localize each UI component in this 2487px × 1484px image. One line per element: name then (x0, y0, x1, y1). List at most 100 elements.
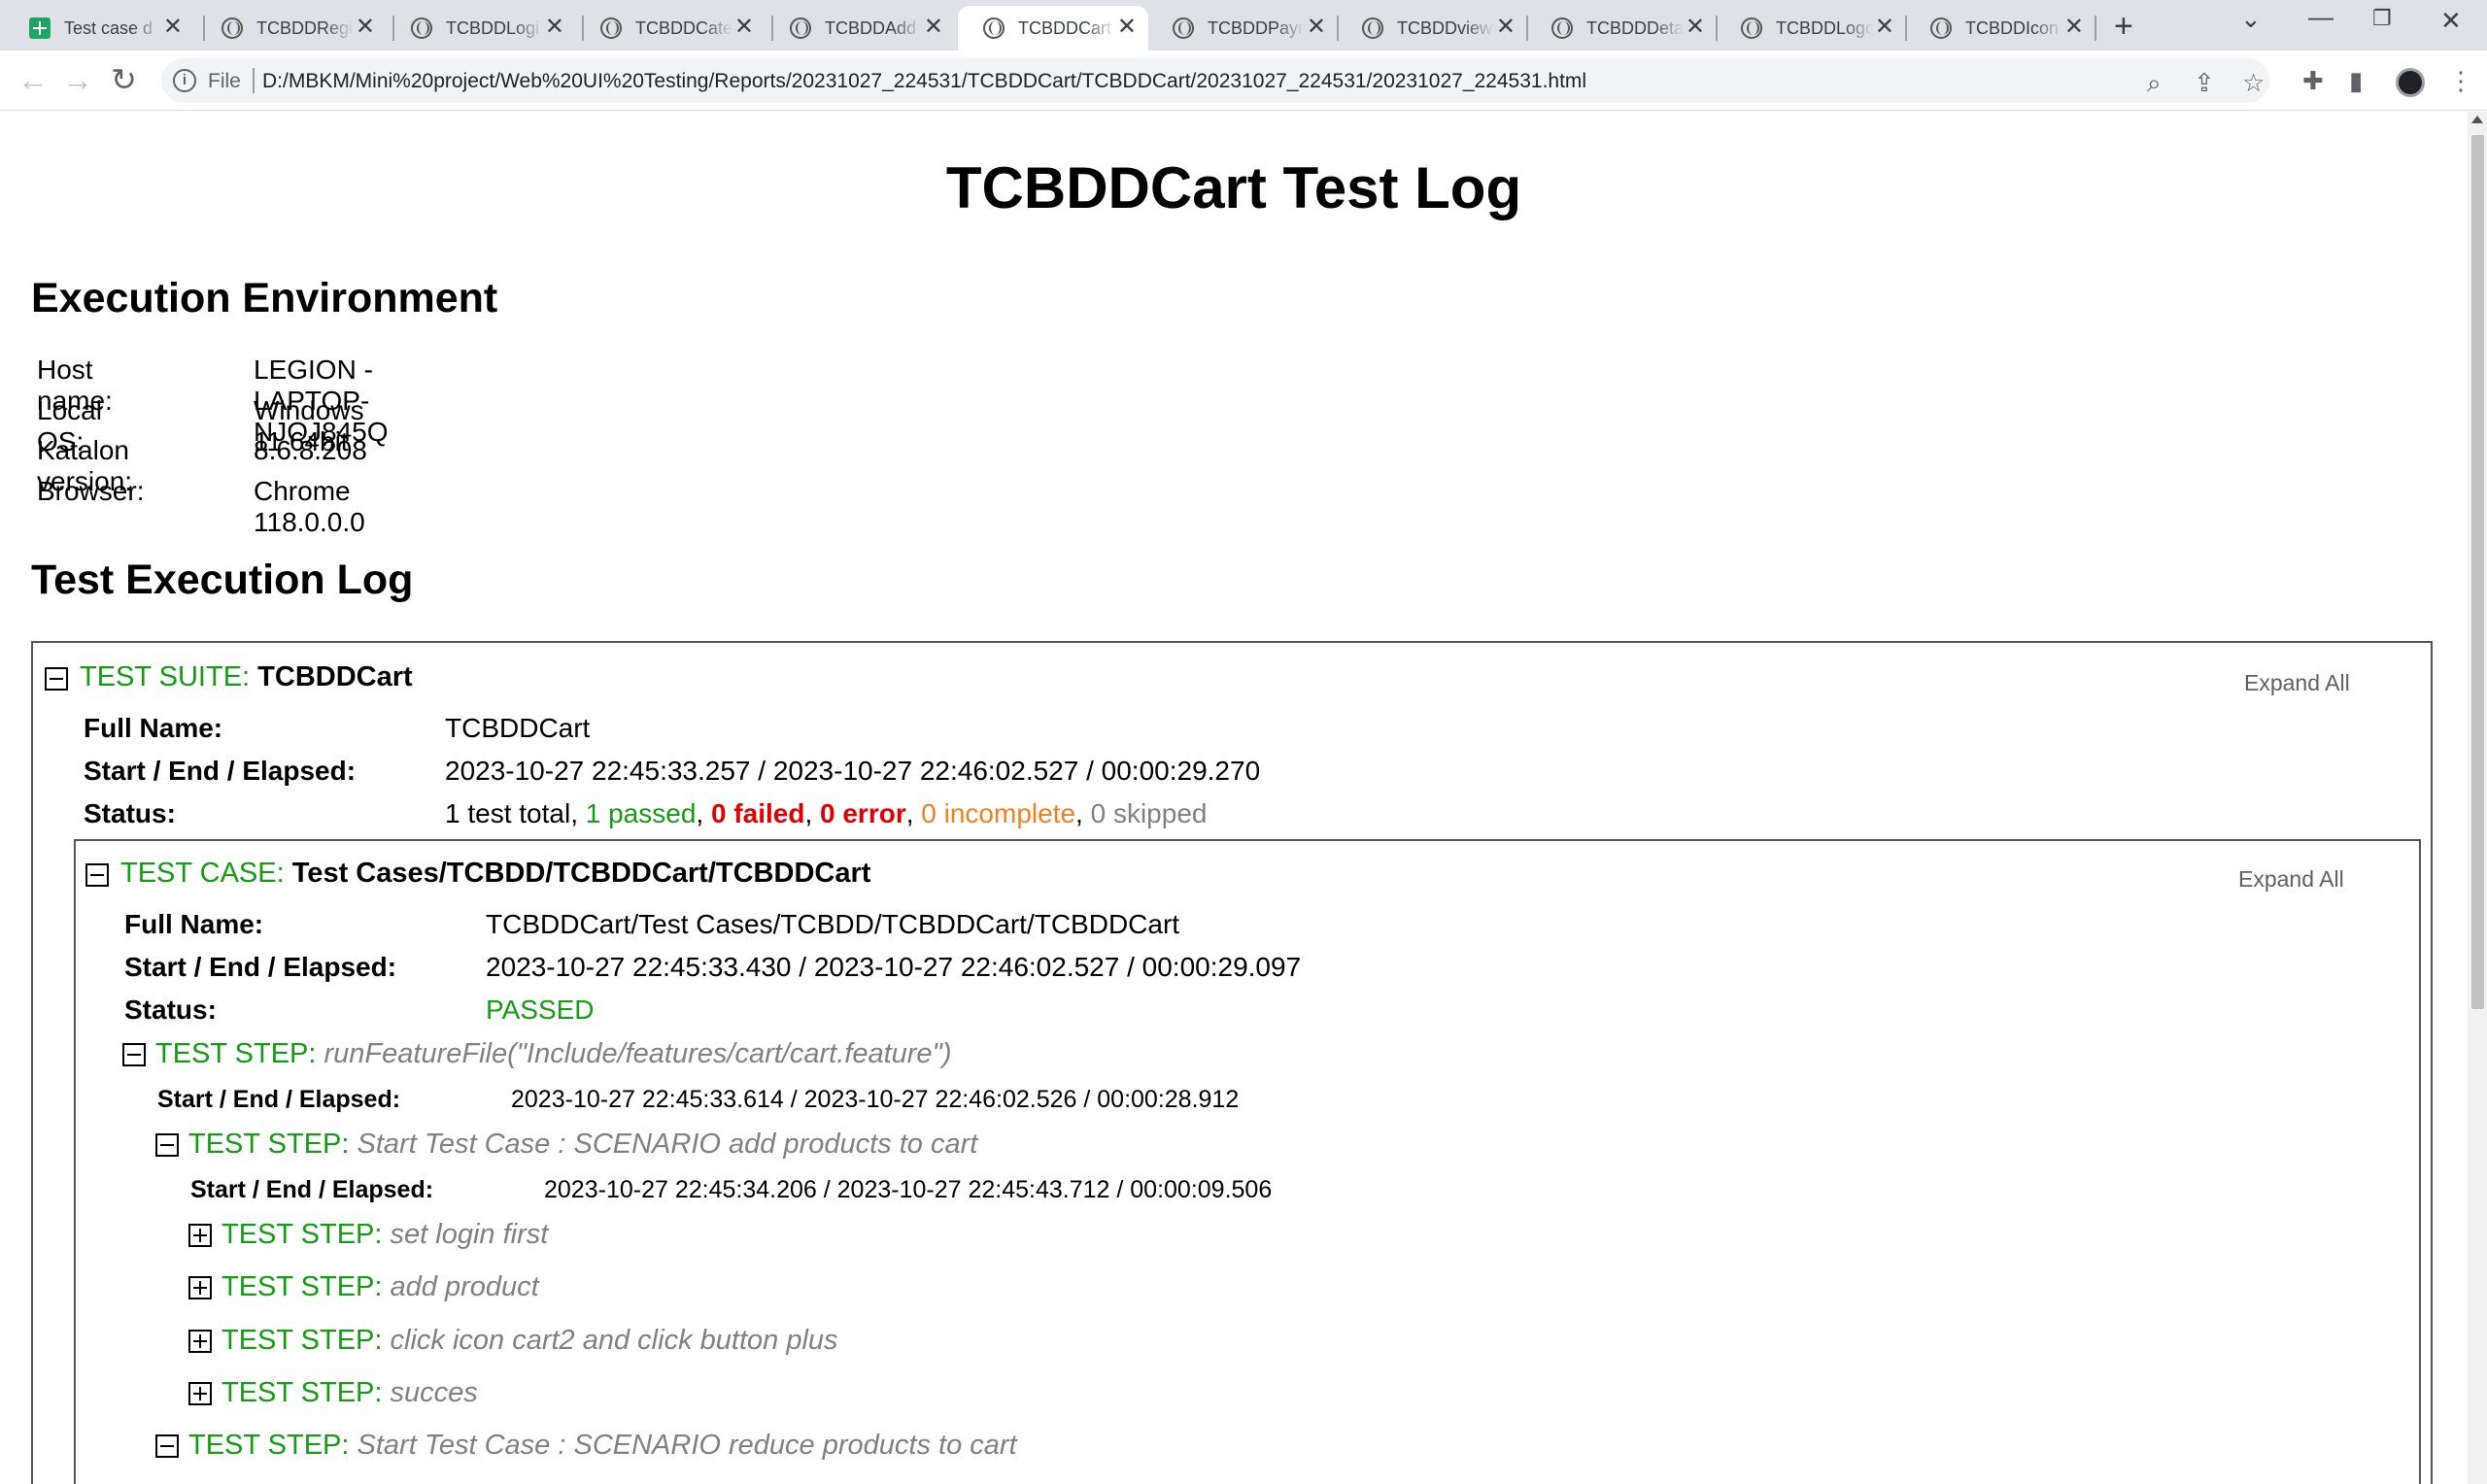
collapse-icon[interactable] (45, 667, 68, 691)
suite-time: 2023-10-27 22:45:33.257 / 2023-10-27 22:… (445, 756, 1261, 786)
env-value: 8.6.8.208 (254, 435, 367, 465)
browser-tab[interactable]: Test case d ✕ (4, 6, 194, 51)
browser-tab[interactable]: TCBDDIcon ✕ (1905, 6, 2095, 51)
side-panel-icon[interactable]: ▮ (2349, 68, 2363, 93)
suite-header: TEST SUITE: TCBDDCart (80, 661, 413, 693)
test-case-panel: TEST CASE: Test Cases/TCBDD/TCBDDCart/TC… (74, 839, 2421, 1484)
step-name: set login first (390, 1219, 549, 1250)
test-suite-panel: TEST SUITE: TCBDDCart Expand All Full Na… (31, 641, 2433, 1484)
expand-icon[interactable] (188, 1330, 212, 1353)
step-kind-label: TEST STEP: (155, 1038, 317, 1069)
browser-tab[interactable]: TCBDDDeta ✕ (1526, 6, 1717, 51)
step-kind-label: TEST STEP: (221, 1377, 383, 1408)
minimize-icon[interactable]: — (2308, 2, 2334, 32)
scroll-up-icon[interactable] (2471, 116, 2483, 123)
expand-all-link[interactable]: Expand All (2238, 866, 2344, 893)
browser-tab[interactable]: TCBDDCate ✕ (575, 6, 766, 51)
close-icon[interactable]: ✕ (163, 16, 183, 39)
tab-title: TCBDDAdd (825, 17, 917, 38)
address-separator (253, 68, 255, 93)
step-name: add product (390, 1271, 539, 1302)
close-icon[interactable]: ✕ (1117, 16, 1137, 39)
tab-title: TCBDDview (1397, 17, 1493, 38)
scrollbar-thumb[interactable] (2471, 135, 2484, 1009)
tab-title: TCBDDDeta (1586, 17, 1684, 38)
step-header: TEST STEP: Start Test Case : SCENARIO ad… (188, 1129, 977, 1161)
browser-tab[interactable]: TCBDDPaym ✕ (1147, 6, 1338, 51)
bookmark-star-icon[interactable]: ☆ (2242, 70, 2265, 95)
suite-status-label: Status: (84, 798, 176, 828)
log-heading: Test Execution Log (31, 556, 414, 603)
globe-icon (983, 17, 1005, 39)
case-status: PASSED (486, 995, 595, 1025)
profile-avatar[interactable] (2396, 68, 2425, 97)
step-time-label: Start / End / Elapsed: (190, 1176, 434, 1203)
globe-icon (1930, 17, 1952, 39)
status-total: 1 test total (445, 798, 571, 828)
status-passed: 1 passed (585, 798, 697, 828)
browser-tab-active[interactable]: TCBDDCart ✕ (958, 6, 1148, 51)
step-header: TEST STEP: add product (221, 1271, 539, 1303)
address-bar[interactable]: i File D:/MBKM/Mini%20project/Web%20UI%2… (161, 58, 2269, 103)
expand-icon[interactable] (188, 1382, 212, 1405)
step-name: runFeatureFile("Include/features/cart/ca… (324, 1038, 952, 1069)
close-icon[interactable]: ✕ (2064, 16, 2084, 39)
reload-icon[interactable]: ↻ (111, 62, 137, 97)
browser-tab[interactable]: TCBDDLogi ✕ (386, 6, 576, 51)
step-kind-label: TEST STEP: (221, 1325, 383, 1356)
globe-icon (411, 17, 432, 39)
case-status-label: Status: (124, 995, 217, 1025)
step-time-label: Start / End / Elapsed: (157, 1086, 401, 1113)
expand-icon[interactable] (188, 1224, 212, 1247)
tab-title: TCBDDIcon (1965, 17, 2060, 38)
restore-icon[interactable]: ❐ (2372, 6, 2392, 31)
step-header: TEST STEP: click icon cart2 and click bu… (221, 1325, 838, 1357)
suite-status: 1 test total, 1 passed, 0 failed, 0 erro… (445, 798, 1208, 828)
back-icon[interactable]: ← (17, 62, 49, 97)
browser-tab[interactable]: TCBDDLogo ✕ (1716, 6, 1906, 51)
close-icon[interactable]: ✕ (924, 16, 943, 39)
collapse-icon[interactable] (155, 1133, 179, 1157)
expand-icon[interactable] (188, 1276, 212, 1299)
menu-icon[interactable]: ⋮ (2448, 68, 2473, 93)
globe-icon (221, 17, 243, 39)
tab-title: TCBDDPaym (1208, 17, 1305, 38)
collapse-icon[interactable] (85, 863, 109, 887)
collapse-icon[interactable] (122, 1043, 146, 1066)
close-icon[interactable]: ✕ (356, 16, 375, 39)
close-icon[interactable]: ✕ (1496, 16, 1516, 39)
close-window-icon[interactable]: ✕ (2440, 6, 2462, 36)
extensions-icon[interactable]: ✚ (2302, 68, 2324, 93)
forward-icon[interactable]: → (62, 62, 93, 97)
close-icon[interactable]: ✕ (1875, 16, 1894, 39)
url-text[interactable]: D:/MBKM/Mini%20project/Web%20UI%20Testin… (262, 70, 1586, 93)
close-icon[interactable]: ✕ (1307, 16, 1326, 39)
tab-title: TCBDDCart (1018, 17, 1112, 38)
globe-icon (1362, 17, 1383, 39)
new-tab-icon[interactable]: + (2114, 10, 2133, 43)
tab-title: TCBDDLogo (1776, 17, 1873, 38)
close-icon[interactable]: ✕ (1686, 16, 1705, 39)
step-name: succes (390, 1377, 478, 1408)
info-icon[interactable]: i (173, 69, 196, 92)
browser-tab[interactable]: TCBDDview ✕ (1337, 6, 1527, 51)
browser-tab[interactable]: TCBDDAdd ✕ (765, 6, 955, 51)
collapse-icon[interactable] (155, 1434, 179, 1458)
expand-all-link[interactable]: Expand All (2244, 670, 2350, 696)
step-header: TEST STEP: set login first (221, 1219, 548, 1251)
close-icon[interactable]: ✕ (545, 16, 564, 39)
case-time: 2023-10-27 22:45:33.430 / 2023-10-27 22:… (486, 952, 1302, 982)
close-icon[interactable]: ✕ (734, 16, 754, 39)
share-icon[interactable]: ⇪ (2194, 70, 2215, 95)
browser-tab[interactable]: TCBDDRegi ✕ (196, 6, 387, 51)
suite-name: TCBDDCart (257, 661, 413, 692)
step-kind-label: TEST STEP: (221, 1219, 383, 1250)
tab-search-icon[interactable]: ⌄ (2240, 4, 2262, 34)
step-header: TEST STEP: Start Test Case : SCENARIO re… (188, 1430, 1017, 1462)
tab-title: TCBDDCate (635, 17, 732, 38)
step-time: 2023-10-27 22:45:33.614 / 2023-10-27 22:… (511, 1086, 1240, 1113)
step-name: click icon cart2 and click button plus (390, 1325, 838, 1356)
tab-title: Test case d (64, 17, 153, 38)
vertical-scrollbar[interactable] (2468, 112, 2487, 1484)
zoom-icon[interactable]: ⌕ (2147, 70, 2162, 95)
